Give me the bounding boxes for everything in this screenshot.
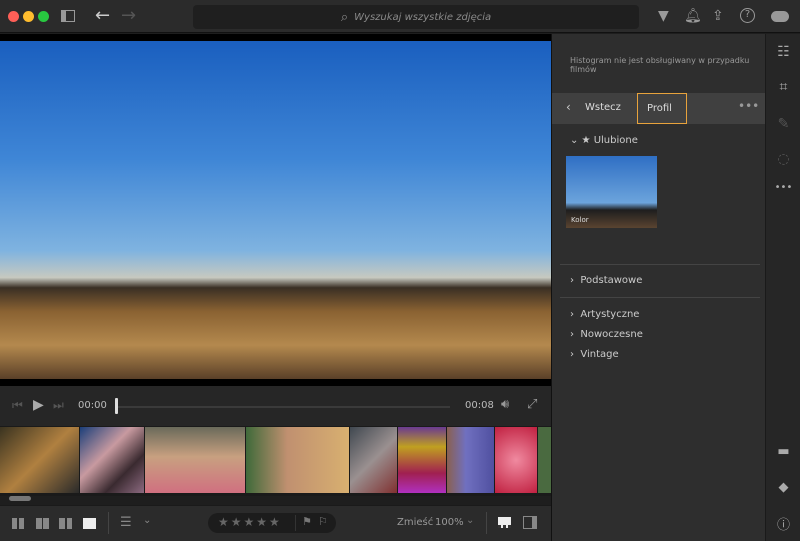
- maximize-window-button[interactable]: [38, 11, 49, 22]
- forward-arrow-icon[interactable]: →: [121, 5, 136, 26]
- filmstrip-thumbnail[interactable]: [350, 427, 397, 493]
- bottom-toolbar: ☰ ⌄ ★★★★★ ⚑ ⚐ Zmieść 100% ⌄: [0, 505, 551, 541]
- back-chevron-icon[interactable]: ‹: [566, 100, 571, 114]
- group-nowoczesne[interactable]: › Nowoczesne: [570, 329, 643, 340]
- filmstrip-thumbnail[interactable]: [538, 427, 551, 493]
- group-label: Podstawowe: [580, 275, 643, 286]
- group-vintage[interactable]: › Vintage: [570, 349, 619, 360]
- more-tools-icon[interactable]: •••: [766, 182, 800, 193]
- sidebar-toggle-icon[interactable]: [61, 10, 75, 22]
- play-icon[interactable]: ▶: [33, 397, 44, 413]
- cloud-icon[interactable]: [771, 11, 789, 22]
- filmstrip-thumbnail[interactable]: [0, 427, 79, 493]
- profile-thumbnail-kolor[interactable]: Kolor: [566, 156, 657, 228]
- group-podstawowe[interactable]: › Podstawowe: [570, 275, 642, 286]
- filmstrip-thumbnail[interactable]: [246, 427, 349, 493]
- filmstrip-scrollbar[interactable]: [9, 496, 31, 501]
- filmstrip-thumbnail[interactable]: [398, 427, 446, 493]
- search-icon: ⌕: [340, 9, 349, 25]
- timeline-scrubber[interactable]: [117, 406, 450, 408]
- sort-chevron-down-icon[interactable]: ⌄: [143, 515, 151, 526]
- zoom-value[interactable]: 100%: [435, 517, 464, 528]
- panel-toggle-icon[interactable]: [523, 516, 537, 529]
- filmstrip-thumbnail[interactable]: [495, 427, 537, 493]
- next-frame-icon[interactable]: ⏭: [53, 398, 64, 413]
- help-icon[interactable]: ?: [740, 8, 755, 23]
- current-time: 00:00: [78, 400, 107, 411]
- volume-icon[interactable]: 🔊︎: [501, 397, 509, 412]
- playback-controls: ⏮ ▶ ⏭ 00:00 00:08 🔊︎ ⤢: [0, 386, 551, 426]
- profile-thumbnail-label: Kolor: [571, 216, 589, 224]
- video-frame: [0, 41, 551, 379]
- previous-frame-icon[interactable]: ⏮: [12, 398, 23, 413]
- masking-icon[interactable]: ◌: [766, 151, 800, 167]
- profile-tab[interactable]: Profil: [637, 93, 687, 124]
- video-viewer[interactable]: [0, 34, 551, 386]
- compare-view-icon[interactable]: [59, 518, 72, 529]
- edit-sliders-icon[interactable]: ☷: [766, 44, 800, 60]
- star-rating[interactable]: ★★★★★: [218, 515, 282, 529]
- back-button[interactable]: Wstecz: [585, 102, 621, 113]
- search-input[interactable]: ⌕ Wyszukaj wszystkie zdjęcia: [193, 5, 639, 29]
- filmstrip-thumbnail[interactable]: [80, 427, 144, 493]
- histogram-message: Histogram nie jest obsługiwany w przypad…: [570, 56, 750, 74]
- divider: [295, 515, 296, 531]
- detail-view-icon[interactable]: [83, 518, 96, 529]
- divider: [486, 512, 487, 534]
- filmstrip-thumbnail[interactable]: [145, 427, 245, 493]
- divider: [560, 297, 760, 298]
- duration: 00:08: [465, 400, 494, 411]
- playhead-handle[interactable]: [115, 398, 118, 414]
- info-icon[interactable]: ⓘ: [766, 514, 800, 533]
- profile-tab-label: Profil: [647, 103, 672, 114]
- square-grid-view-icon[interactable]: [12, 518, 25, 529]
- filter-icon[interactable]: ▼: [658, 8, 669, 24]
- notifications-bell-icon[interactable]: 🔔︎: [684, 8, 702, 24]
- comments-icon[interactable]: ▬: [766, 444, 800, 459]
- filmstrip-thumbnail[interactable]: [447, 427, 494, 493]
- crop-icon[interactable]: ⌗: [766, 79, 800, 95]
- minimize-window-button[interactable]: [23, 11, 34, 22]
- filmstrip-toggle-icon[interactable]: [498, 517, 511, 528]
- back-arrow-icon[interactable]: ←: [95, 5, 110, 26]
- edit-panel: Histogram nie jest obsługiwany w przypad…: [551, 34, 765, 541]
- close-window-button[interactable]: [8, 11, 19, 22]
- tag-icon[interactable]: ◆: [766, 480, 800, 495]
- favorites-header[interactable]: ⌄ ★ Ulubione: [570, 135, 638, 146]
- rating-flag-group: ★★★★★ ⚑ ⚐: [208, 513, 336, 533]
- filmstrip: [0, 426, 551, 501]
- divider: [108, 512, 109, 534]
- group-label: Vintage: [580, 349, 619, 360]
- more-options-icon[interactable]: •••: [738, 99, 759, 113]
- search-placeholder: Wyszukaj wszystkie zdjęcia: [354, 11, 492, 23]
- pick-flag-icon[interactable]: ⚑: [302, 515, 312, 528]
- healing-brush-icon[interactable]: ✎: [766, 116, 800, 132]
- tool-rail: ☷ ⌗ ✎ ◌ ••• ▬ ◆ ⓘ: [765, 34, 800, 541]
- fullscreen-icon[interactable]: ⤢: [527, 397, 537, 412]
- zoom-chevron-down-icon[interactable]: ⌄: [466, 515, 474, 526]
- title-bar: ← → ⌕ Wyszukaj wszystkie zdjęcia ▼ 🔔︎ ⇪ …: [0, 0, 800, 33]
- fit-label[interactable]: Zmieść: [397, 517, 433, 528]
- sort-icon[interactable]: ☰: [120, 515, 132, 530]
- group-label: Artystyczne: [580, 309, 640, 320]
- photo-grid-view-icon[interactable]: [36, 518, 49, 529]
- reject-flag-icon[interactable]: ⚐: [318, 515, 328, 528]
- divider: [560, 264, 760, 265]
- favorites-label: Ulubione: [593, 135, 638, 146]
- group-label: Nowoczesne: [580, 329, 643, 340]
- share-icon[interactable]: ⇪: [712, 8, 724, 24]
- group-artystyczne[interactable]: › Artystyczne: [570, 309, 639, 320]
- profile-header: ‹ Wstecz Profil •••: [552, 93, 765, 124]
